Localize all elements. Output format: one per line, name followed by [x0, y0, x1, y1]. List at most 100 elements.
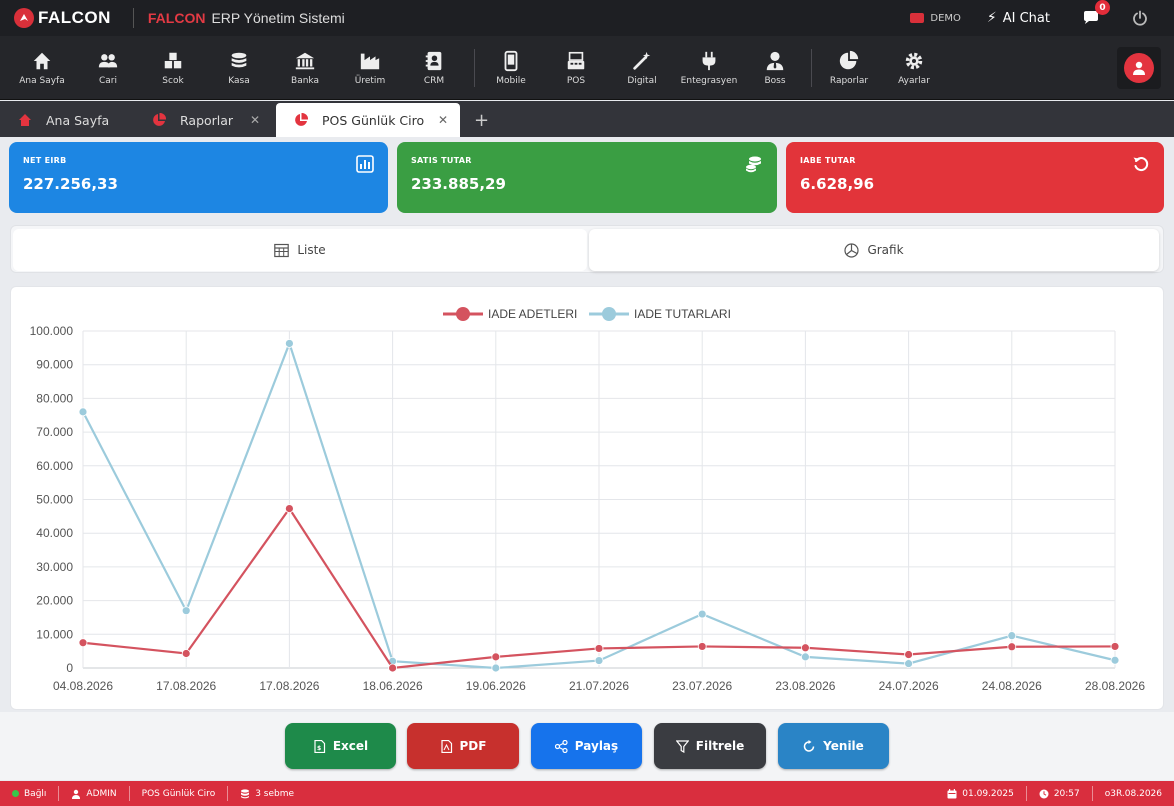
- calendar-icon: [947, 788, 957, 798]
- toolbar-label: Ayarlar: [898, 75, 930, 86]
- view-list-button[interactable]: Liste: [13, 229, 587, 271]
- ai-chat-label: AI Chat: [1002, 10, 1050, 26]
- x-tick-label: 17.08.2026: [156, 679, 216, 693]
- stat-label: NET EIRB: [23, 156, 67, 165]
- data-point: [904, 659, 913, 669]
- toolbar-label: Cari: [99, 75, 117, 86]
- toolbar-label: CRM: [423, 75, 445, 86]
- share-label: Paylaş: [574, 739, 619, 753]
- status-branch-label: 3 sebme: [255, 788, 295, 799]
- user-tie-icon: [766, 51, 784, 70]
- add-tab-button[interactable]: +: [474, 103, 489, 137]
- toolbar-item-stok[interactable]: Scok: [132, 36, 214, 100]
- status-date-label: 01.09.2025: [962, 788, 1014, 799]
- toolbar-label: Kasa: [228, 75, 250, 86]
- filter-icon: [675, 739, 689, 753]
- y-tick-label: 30.000: [36, 560, 73, 574]
- status-branch[interactable]: 3 sebme: [227, 786, 306, 801]
- toolbar-item-home[interactable]: Ana Sayfa: [0, 36, 84, 100]
- demo-indicator[interactable]: DEMO: [910, 13, 961, 24]
- pie-chart-icon: [839, 50, 859, 69]
- view-toggle: Liste Grafik: [10, 225, 1164, 273]
- ai-chat-button[interactable]: ⚡ AI Chat: [987, 10, 1050, 26]
- status-time: 20:57: [1025, 786, 1092, 801]
- status-page: POS Günlük Ciro: [128, 786, 228, 801]
- status-bar: Bağlı ADMIN POS Günlük Ciro 3 sebme 01.0…: [0, 781, 1174, 806]
- filter-button[interactable]: Filtrele: [654, 723, 766, 769]
- data-point: [1007, 631, 1017, 641]
- toolbar-item-boss[interactable]: Boss: [739, 36, 811, 100]
- user-avatar-button[interactable]: [1117, 47, 1161, 89]
- toolbar-item-uretim[interactable]: Üretim: [346, 36, 394, 100]
- pdf-button[interactable]: PDF: [407, 723, 519, 769]
- toolbar-item-kasa[interactable]: Kasa: [214, 36, 264, 100]
- boxes-icon: [164, 52, 182, 68]
- user-icon: [72, 789, 81, 799]
- toolbar-item-cari[interactable]: Cari: [84, 36, 132, 100]
- refresh-button[interactable]: Yenile: [778, 723, 889, 769]
- toolbar-item-ayarlar[interactable]: Ayarlar: [886, 36, 942, 100]
- database-icon: [241, 788, 250, 798]
- x-tick-label: 21.07.2026: [569, 679, 629, 693]
- stat-label: IABE TUTAR: [800, 156, 856, 165]
- data-point: [78, 638, 88, 648]
- y-tick-label: 20.000: [36, 594, 73, 608]
- tab-close-icon[interactable]: ✕: [250, 113, 260, 127]
- toolbar-item-entegrasyon[interactable]: Entegrasyen: [679, 36, 739, 100]
- table-icon: [274, 243, 290, 257]
- data-point: [491, 663, 501, 673]
- pie-chart-icon: [844, 242, 860, 258]
- excel-button[interactable]: $ Excel: [285, 723, 396, 769]
- toolbar-label: Ana Sayfa: [19, 75, 65, 86]
- toolbar-item-mobile[interactable]: Mobile: [475, 36, 547, 100]
- status-connection: Bağlı: [0, 786, 58, 801]
- coins-icon: [746, 156, 761, 173]
- toolbar-item-raporlar[interactable]: Raporlar: [812, 36, 886, 100]
- tab-raporlar[interactable]: Raporlar ✕: [134, 103, 272, 137]
- data-point: [594, 656, 604, 665]
- data-point: [181, 606, 191, 616]
- user-avatar: [1124, 53, 1154, 83]
- x-tick-label: 23.08.2026: [775, 679, 835, 693]
- share-button[interactable]: Paylaş: [531, 723, 642, 769]
- status-user-label: ADMIN: [86, 788, 117, 799]
- status-connection-label: Bağlı: [24, 788, 47, 799]
- pie-chart-icon: [153, 113, 166, 126]
- toolbar-item-banka[interactable]: Banka: [264, 36, 346, 100]
- data-point: [284, 339, 294, 348]
- home-icon: [33, 52, 51, 69]
- x-tick-label: 19.06.2026: [466, 679, 526, 693]
- magic-wand-icon: [633, 51, 651, 70]
- toolbar-label: Entegrasyen: [680, 75, 738, 86]
- pie-chart-icon: [295, 113, 308, 126]
- chart-panel: 0 10.000 20.000 30.000 40.000 50.000 60.000 70.…: [10, 286, 1164, 710]
- power-icon[interactable]: [1132, 10, 1148, 26]
- tab-close-icon[interactable]: ✕: [438, 113, 448, 127]
- messages-button[interactable]: 0: [1082, 0, 1110, 27]
- toolbar-item-crm[interactable]: CRM: [394, 36, 474, 100]
- tab-ana-sayfa[interactable]: Ana Sayfa: [0, 103, 134, 137]
- y-tick-label: 90.000: [36, 358, 73, 372]
- status-user[interactable]: ADMIN: [58, 786, 128, 801]
- toolbar-label: Üretim: [354, 75, 386, 86]
- falcon-logo-icon: [14, 8, 34, 28]
- stat-value: 6.628,96: [800, 175, 875, 193]
- svg-text:$: $: [317, 745, 321, 752]
- y-tick-label: 50.000: [36, 493, 73, 507]
- title-bar: FALCON FALCON ERP Yönetim Sistemi DEMO ⚡…: [0, 0, 1174, 36]
- toolbar-label: Boss: [764, 75, 786, 86]
- toolbar-item-pos[interactable]: POS: [547, 36, 605, 100]
- action-bar: $ Excel PDF Paylaş Filtrele Yenile: [0, 712, 1174, 780]
- stat-card-net: NET EIRB 227.256,33: [9, 142, 388, 213]
- tab-pos-gunluk-ciro[interactable]: POS Günlük Ciro ✕: [276, 103, 460, 137]
- users-icon: [98, 53, 118, 67]
- legend-swatch-marker: [602, 307, 616, 321]
- toolbar-item-digital[interactable]: Digital: [605, 36, 679, 100]
- factory-icon: [360, 53, 380, 69]
- legend-label: IADE ADETLERI: [488, 307, 577, 321]
- toolbar-label: Mobile: [496, 75, 526, 86]
- data-point: [1110, 642, 1120, 651]
- data-point: [801, 652, 810, 662]
- view-chart-button[interactable]: Grafik: [589, 229, 1159, 271]
- plug-icon: [702, 51, 716, 70]
